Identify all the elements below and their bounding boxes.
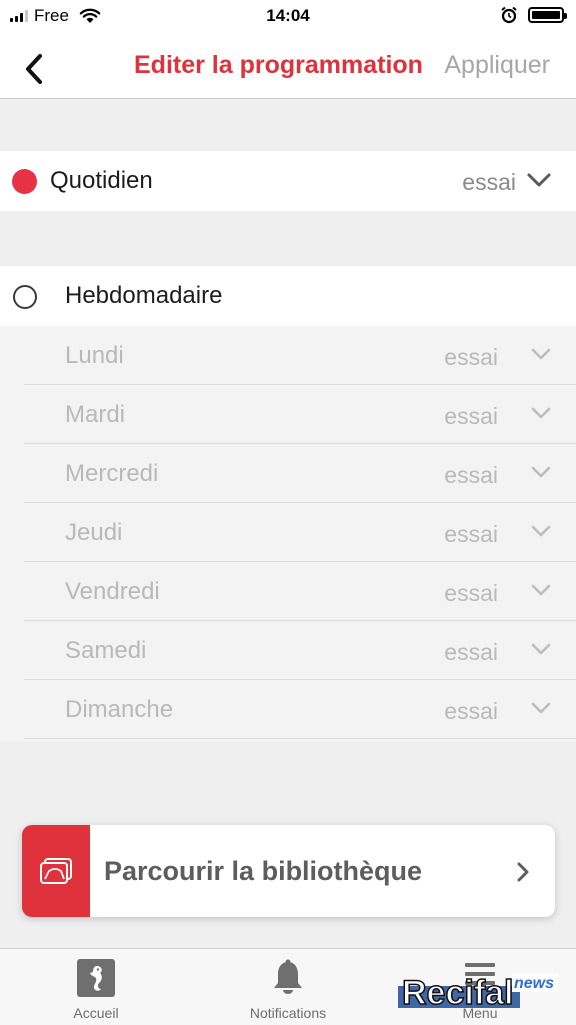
chevron-left-icon	[26, 54, 42, 84]
status-bar: Free 14:04	[0, 0, 576, 34]
day-row-friday[interactable]: Vendredi essai	[24, 562, 576, 621]
day-program-value[interactable]: essai	[444, 462, 498, 489]
chevron-down-icon[interactable]	[530, 641, 552, 657]
battery-icon	[528, 7, 567, 23]
back-button[interactable]	[16, 44, 56, 88]
weekly-option-row[interactable]: Hebdomadaire	[0, 266, 576, 326]
day-label: Vendredi	[65, 578, 160, 605]
nav-bar: Editer la programmation Appliquer	[0, 34, 576, 99]
day-program-value[interactable]: essai	[444, 344, 498, 371]
chevron-down-icon[interactable]	[530, 346, 552, 362]
day-row-thursday[interactable]: Jeudi essai	[24, 503, 576, 562]
day-program-value[interactable]: essai	[444, 521, 498, 548]
day-program-value[interactable]: essai	[444, 580, 498, 607]
tab-bar: Accueil Notifications Menu	[0, 948, 576, 1025]
day-label: Mardi	[65, 401, 126, 428]
tab-label: Menu	[462, 1005, 498, 1021]
tab-home[interactable]: Accueil	[0, 949, 192, 1025]
chevron-down-icon[interactable]	[530, 464, 552, 480]
daily-label: Quotidien	[50, 167, 153, 194]
daily-option-row[interactable]: Quotidien essai	[0, 151, 576, 211]
status-right	[500, 6, 567, 24]
day-program-value[interactable]: essai	[444, 403, 498, 430]
day-row-sunday[interactable]: Dimanche essai	[24, 680, 576, 739]
status-time: 14:04	[266, 6, 310, 25]
chevron-down-icon[interactable]	[530, 405, 552, 421]
day-program-value[interactable]: essai	[444, 698, 498, 725]
day-row-tuesday[interactable]: Mardi essai	[24, 385, 576, 444]
library-icon-box	[22, 825, 90, 917]
weekly-radio-unselected[interactable]	[13, 285, 37, 309]
day-row-wednesday[interactable]: Mercredi essai	[24, 444, 576, 503]
chevron-down-icon[interactable]	[530, 582, 552, 598]
day-row-monday[interactable]: Lundi essai	[24, 326, 576, 385]
daily-radio-selected[interactable]	[12, 169, 37, 194]
day-label: Dimanche	[65, 696, 174, 723]
library-label: Parcourir la bibliothèque	[104, 856, 423, 886]
day-label: Mercredi	[65, 460, 159, 487]
bell-icon	[274, 959, 302, 994]
seahorse-icon	[77, 959, 115, 997]
chevron-right-icon	[517, 862, 529, 882]
day-row-saturday[interactable]: Samedi essai	[24, 621, 576, 680]
day-program-value[interactable]: essai	[444, 639, 498, 666]
tab-label: Notifications	[249, 1005, 327, 1021]
browse-library-button[interactable]: Parcourir la bibliothèque	[22, 825, 555, 917]
day-label: Samedi	[65, 637, 147, 664]
alarm-clock-icon	[501, 6, 517, 24]
weekly-days-list: Lundi essai Mardi essai Mercredi essai J…	[0, 326, 576, 741]
tab-notifications[interactable]: Notifications	[192, 949, 384, 1025]
page-title: Editer la programmation	[134, 51, 423, 79]
chevron-down-icon[interactable]	[526, 171, 552, 189]
tab-label: Accueil	[73, 1005, 119, 1021]
day-label: Jeudi	[65, 519, 123, 546]
chevron-down-icon[interactable]	[530, 523, 552, 539]
day-label: Lundi	[65, 342, 124, 369]
library-icon	[40, 858, 72, 884]
daily-program-value[interactable]: essai	[462, 169, 516, 196]
apply-button[interactable]: Appliquer	[444, 51, 550, 80]
tab-menu[interactable]: Menu	[384, 949, 576, 1025]
menu-icon	[465, 963, 495, 985]
chevron-down-icon[interactable]	[530, 700, 552, 716]
weekly-label: Hebdomadaire	[65, 282, 223, 309]
